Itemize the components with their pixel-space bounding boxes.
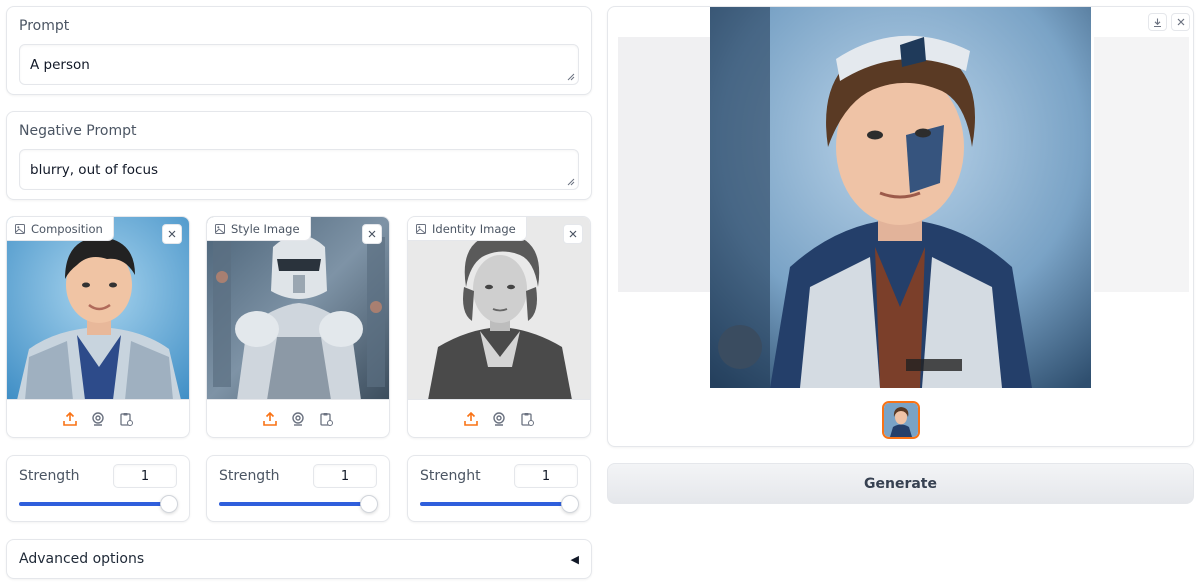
style-image [207,217,389,400]
identity-source-row [408,399,590,437]
clipboard-icon[interactable] [519,411,535,427]
prompt-input[interactable]: A person [19,44,579,85]
webcam-icon[interactable] [90,411,106,427]
negative-prompt-block: Negative Prompt blurry, out of focus [6,111,592,200]
upload-icon[interactable] [463,411,479,427]
image-icon [15,223,25,234]
gallery-thumbnail[interactable] [882,401,920,439]
close-icon [569,230,577,238]
resize-grip-icon[interactable] [567,178,575,186]
identity-label: Identity Image [432,221,516,236]
identity-strength-panel: Strenght 1 [407,455,591,522]
download-button[interactable] [1148,13,1167,31]
prompt-label: Prompt [19,18,70,34]
strength-slider-track[interactable] [420,502,568,506]
style-tag: Style Image [207,217,311,241]
strength-slider-track[interactable] [19,502,167,506]
upload-icon[interactable] [62,411,78,427]
strength-number-input[interactable]: 1 [514,464,578,488]
style-label: Style Image [231,221,300,236]
upload-icon[interactable] [262,411,278,427]
strength-label: Strenght [420,468,481,484]
webcam-icon[interactable] [290,411,306,427]
strength-slider-fill [219,502,367,506]
identity-image [408,217,590,400]
generate-button[interactable]: Generate [607,463,1194,504]
identity-tag: Identity Image [408,217,527,241]
identity-clear-button[interactable] [563,224,583,244]
composition-image [7,217,189,400]
download-icon [1154,18,1161,27]
clipboard-icon[interactable] [118,411,134,427]
image-icon [416,223,426,234]
close-icon [1177,18,1184,26]
negative-prompt-value: blurry, out of focus [30,162,159,178]
clipboard-icon[interactable] [318,411,334,427]
composition-clear-button[interactable] [162,224,182,244]
composition-strength-panel: Strength 1 [6,455,190,522]
advanced-options-label: Advanced options [19,551,145,567]
composition-image-panel: Composition [6,216,190,438]
gallery-close-button[interactable] [1171,13,1190,31]
strength-slider-thumb[interactable] [360,495,378,513]
composition-source-row [7,399,189,437]
output-image[interactable] [710,7,1091,388]
strength-slider-fill [19,502,167,506]
strength-number-input[interactable]: 1 [313,464,377,488]
composition-label: Composition [31,221,103,236]
prompt-value: A person [30,57,90,73]
strength-label: Strength [219,468,280,484]
webcam-icon[interactable] [491,411,507,427]
advanced-options-accordion[interactable]: Advanced options ◀ [6,539,592,579]
close-icon [168,230,176,238]
resize-grip-icon[interactable] [567,73,575,81]
collapse-arrow-icon: ◀ [570,553,579,566]
composition-tag: Composition [7,217,114,241]
strength-slider-track[interactable] [219,502,367,506]
strength-number-input[interactable]: 1 [113,464,177,488]
style-strength-panel: Strength 1 [206,455,390,522]
style-clear-button[interactable] [362,224,382,244]
identity-image-panel: Identity Image [407,216,591,438]
strength-slider-thumb[interactable] [160,495,178,513]
style-image-panel: Style Image [206,216,390,438]
prompt-block: Prompt A person [6,6,592,95]
style-source-row [207,399,389,437]
strength-label: Strength [19,468,80,484]
strength-slider-fill [420,502,568,506]
output-gallery [607,6,1194,447]
negative-prompt-label: Negative Prompt [19,123,137,139]
image-icon [215,223,225,234]
strength-slider-thumb[interactable] [561,495,579,513]
negative-prompt-input[interactable]: blurry, out of focus [19,149,579,190]
close-icon [368,230,376,238]
